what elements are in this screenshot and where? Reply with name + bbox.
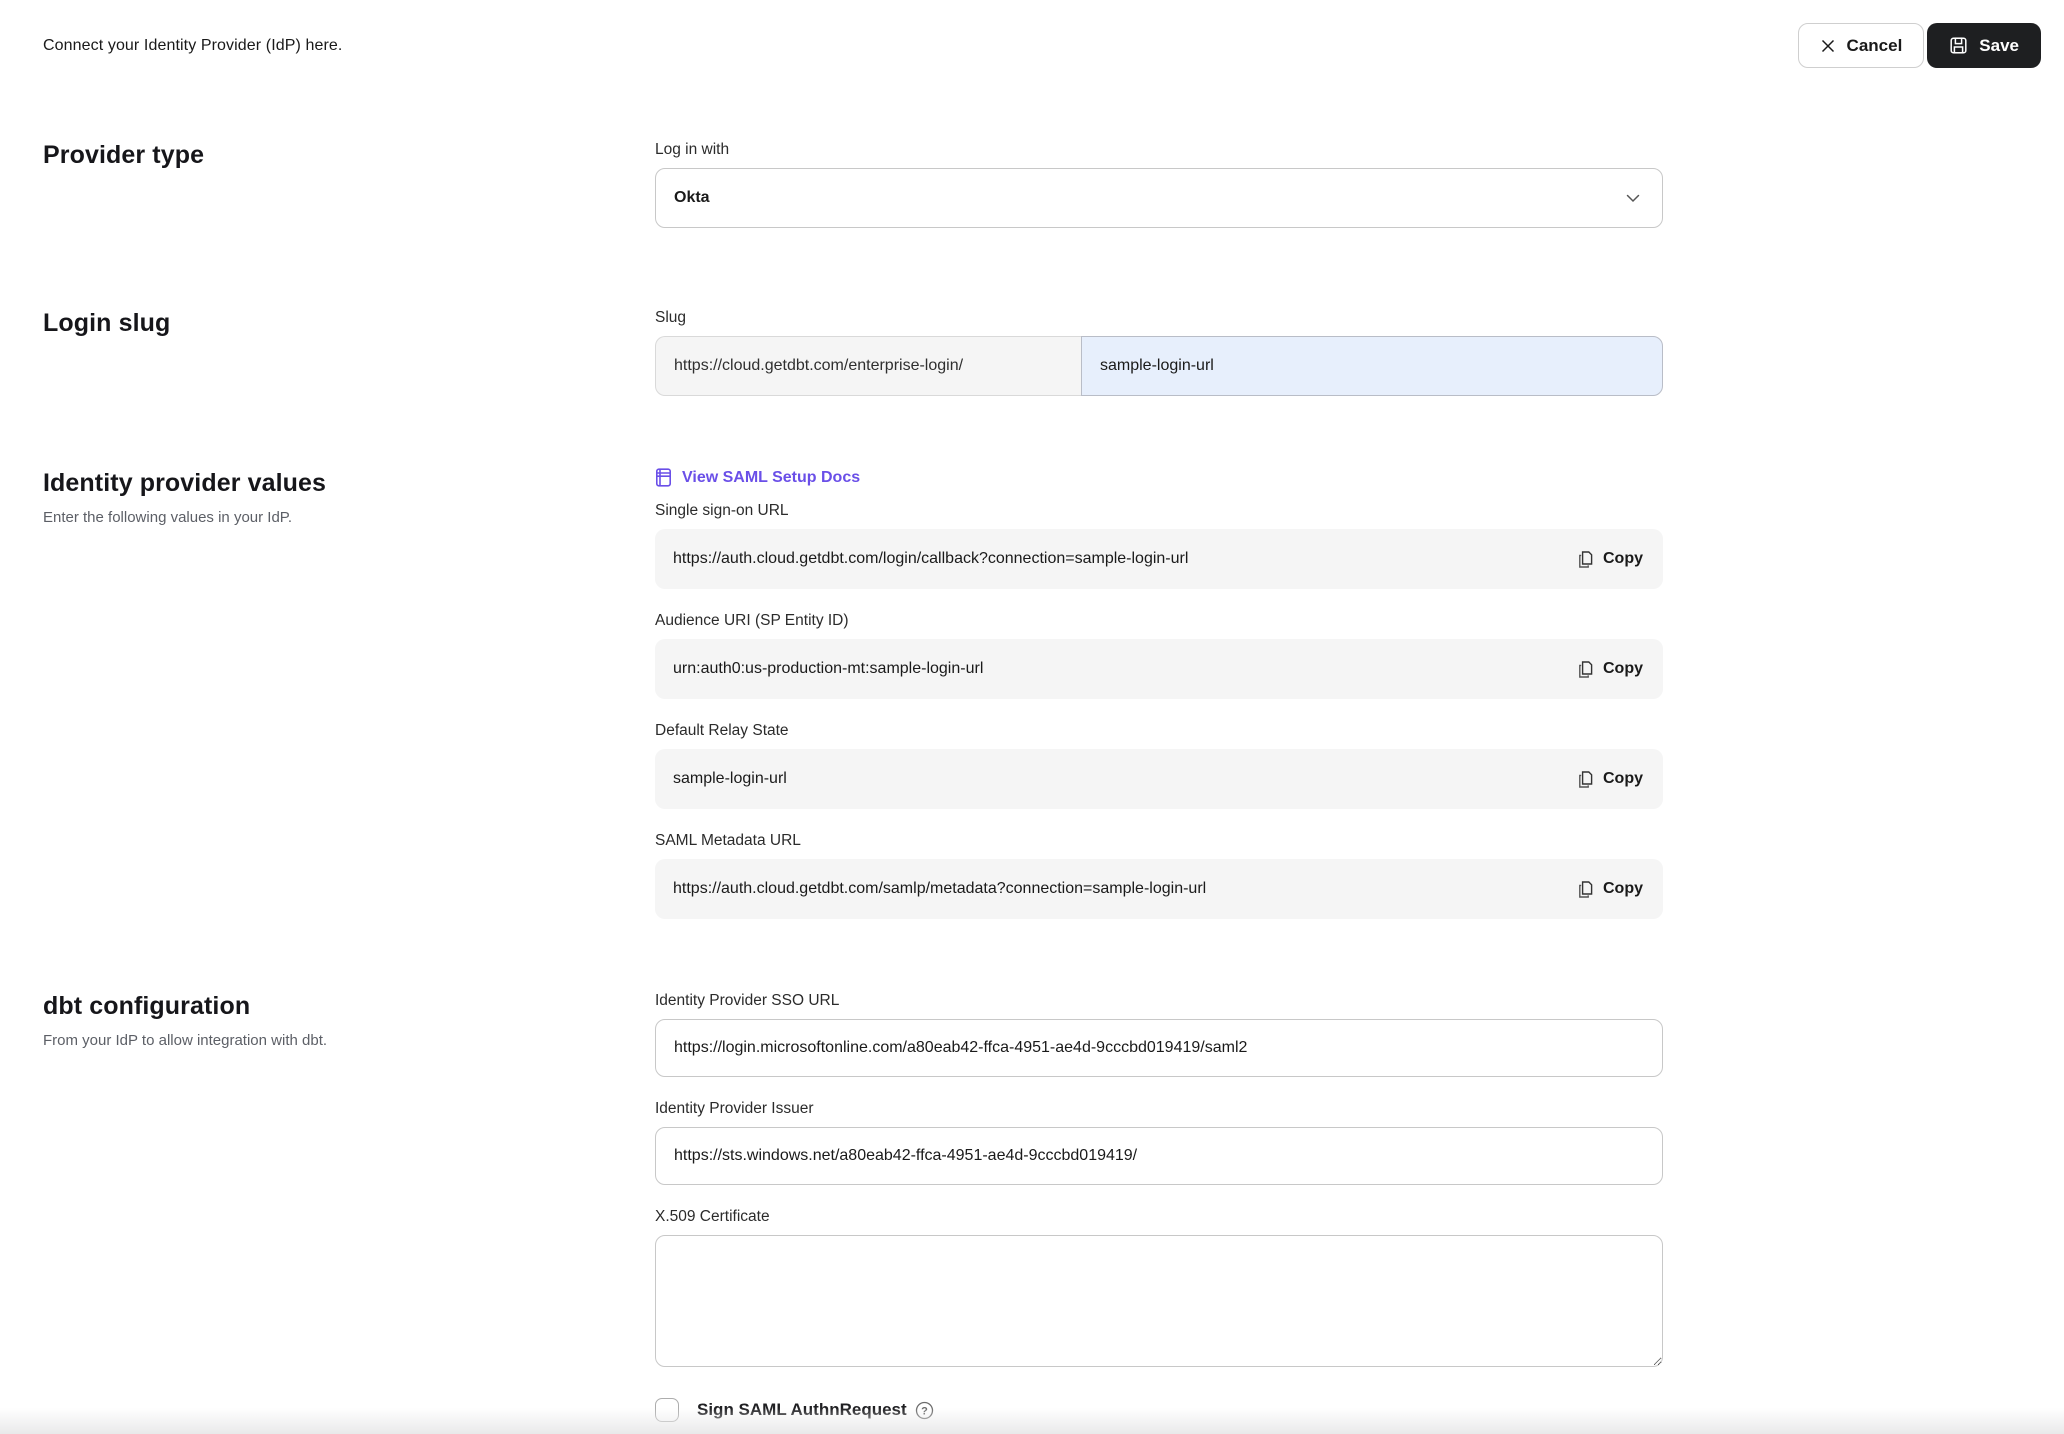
- copy-icon: [1577, 550, 1594, 569]
- copy-icon: [1577, 880, 1594, 899]
- idp-issuer-label: Identity Provider Issuer: [655, 1099, 1663, 1119]
- view-saml-docs-label: View SAML Setup Docs: [682, 469, 860, 487]
- dbt-configuration-section: dbt configuration From your IdP to allow…: [0, 991, 2064, 1422]
- save-button[interactable]: Save: [1927, 23, 2041, 68]
- login-with-label: Log in with: [655, 140, 1663, 160]
- copy-button[interactable]: Copy: [1575, 876, 1645, 903]
- certificate-textarea[interactable]: [655, 1235, 1663, 1367]
- login-slug-heading: Login slug: [43, 308, 615, 338]
- copy-button-label: Copy: [1603, 770, 1643, 788]
- idp-values-section: Identity provider values Enter the follo…: [0, 468, 2064, 919]
- sso-url-field: Single sign-on URL https://auth.cloud.ge…: [655, 501, 1663, 589]
- sign-authn-request-row: Sign SAML AuthnRequest ?: [655, 1398, 1663, 1422]
- dbt-config-heading: dbt configuration: [43, 991, 615, 1021]
- copy-button[interactable]: Copy: [1575, 766, 1645, 793]
- copy-row: https://auth.cloud.getdbt.com/samlp/meta…: [655, 859, 1663, 919]
- provider-select-value: Okta: [674, 189, 710, 207]
- copy-button[interactable]: Copy: [1575, 656, 1645, 683]
- copy-row: https://auth.cloud.getdbt.com/login/call…: [655, 529, 1663, 589]
- provider-select[interactable]: Okta: [655, 168, 1663, 228]
- save-floppy-icon: [1949, 36, 1968, 55]
- certificate-label: X.509 Certificate: [655, 1207, 1663, 1227]
- chevron-down-icon: [1626, 194, 1640, 203]
- relay-state-label: Default Relay State: [655, 721, 1663, 741]
- cancel-button[interactable]: Cancel: [1798, 23, 1925, 68]
- slug-input[interactable]: [1081, 336, 1663, 396]
- sso-url-label: Single sign-on URL: [655, 501, 1663, 521]
- copy-icon: [1577, 660, 1594, 679]
- idp-values-heading: Identity provider values: [43, 468, 615, 498]
- close-icon: [1820, 38, 1836, 54]
- relay-state-value: sample-login-url: [673, 770, 787, 788]
- help-icon[interactable]: ?: [915, 1401, 934, 1420]
- sign-authn-request-label: Sign SAML AuthnRequest: [697, 1400, 907, 1420]
- copy-row: sample-login-url Copy: [655, 749, 1663, 809]
- idp-sso-url-input[interactable]: [655, 1019, 1663, 1077]
- sign-authn-request-checkbox[interactable]: [655, 1398, 679, 1422]
- copy-button[interactable]: Copy: [1575, 546, 1645, 573]
- metadata-url-label: SAML Metadata URL: [655, 831, 1663, 851]
- cancel-button-label: Cancel: [1847, 36, 1903, 56]
- certificate-field: X.509 Certificate: [655, 1207, 1663, 1372]
- audience-uri-value: urn:auth0:us-production-mt:sample-login-…: [673, 660, 983, 678]
- copy-button-label: Copy: [1603, 550, 1643, 568]
- slug-label: Slug: [655, 308, 1663, 328]
- copy-button-label: Copy: [1603, 880, 1643, 898]
- sso-url-value: https://auth.cloud.getdbt.com/login/call…: [673, 550, 1188, 568]
- idp-issuer-input[interactable]: [655, 1127, 1663, 1185]
- idp-sso-url-label: Identity Provider SSO URL: [655, 991, 1663, 1011]
- copy-icon: [1577, 770, 1594, 789]
- header-actions: Cancel Save: [1798, 23, 2041, 68]
- idp-issuer-field: Identity Provider Issuer: [655, 1099, 1663, 1185]
- copy-button-label: Copy: [1603, 660, 1643, 678]
- slug-input-group: https://cloud.getdbt.com/enterprise-logi…: [655, 336, 1663, 396]
- svg-text:?: ?: [921, 1405, 928, 1417]
- metadata-url-value: https://auth.cloud.getdbt.com/samlp/meta…: [673, 880, 1206, 898]
- audience-uri-label: Audience URI (SP Entity ID): [655, 611, 1663, 631]
- idp-sso-url-field: Identity Provider SSO URL: [655, 991, 1663, 1077]
- docs-icon: [655, 468, 672, 487]
- page-header: Connect your Identity Provider (IdP) her…: [0, 0, 2064, 68]
- slug-url-prefix: https://cloud.getdbt.com/enterprise-logi…: [655, 336, 1081, 396]
- copy-row: urn:auth0:us-production-mt:sample-login-…: [655, 639, 1663, 699]
- relay-state-field: Default Relay State sample-login-url Cop…: [655, 721, 1663, 809]
- login-slug-section: Login slug Slug https://cloud.getdbt.com…: [0, 308, 2064, 396]
- provider-type-section: Provider type Log in with Okta: [0, 140, 2064, 228]
- audience-uri-field: Audience URI (SP Entity ID) urn:auth0:us…: [655, 611, 1663, 699]
- save-button-label: Save: [1979, 36, 2019, 56]
- dbt-config-subtext: From your IdP to allow integration with …: [43, 1031, 615, 1051]
- idp-values-subtext: Enter the following values in your IdP.: [43, 508, 615, 528]
- provider-type-heading: Provider type: [43, 140, 615, 170]
- page-title: Connect your Identity Provider (IdP) her…: [43, 37, 342, 55]
- metadata-url-field: SAML Metadata URL https://auth.cloud.get…: [655, 831, 1663, 919]
- view-saml-docs-link[interactable]: View SAML Setup Docs: [655, 468, 860, 487]
